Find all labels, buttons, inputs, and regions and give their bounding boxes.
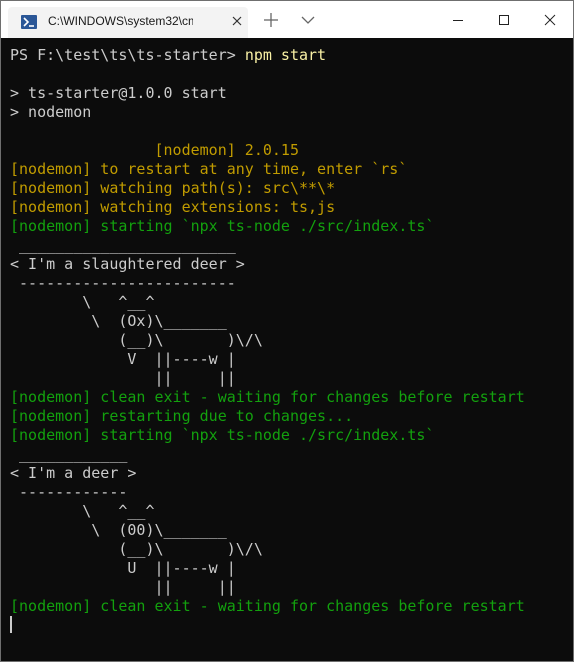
output-line: || || <box>10 578 236 596</box>
chevron-down-icon[interactable] <box>299 14 317 26</box>
text-cursor <box>10 616 12 633</box>
output-line: [nodemon] clean exit - waiting for chang… <box>10 388 525 406</box>
prompt-line: PS F:\test\ts\ts-starter> npm start <box>10 46 573 65</box>
command: npm start <box>244 46 327 64</box>
prompt: PS F:\test\ts\ts-starter> <box>10 46 245 64</box>
output-line: [nodemon] to restart at any time, enter … <box>10 160 408 178</box>
output-line: [nodemon] starting `npx ts-node ./src/in… <box>10 426 435 444</box>
output-line: [nodemon] watching path(s): src\**\* <box>10 179 336 197</box>
tab-title: C:\WINDOWS\system32\cmd.ex <box>48 14 193 28</box>
terminal-output[interactable]: PS F:\test\ts\ts-starter> npm start > ts… <box>1 38 573 661</box>
powershell-icon <box>21 15 37 29</box>
close-icon <box>544 14 556 26</box>
close-tab-icon[interactable] <box>230 14 244 28</box>
output-line: [nodemon] watching extensions: ts,js <box>10 198 336 216</box>
output-line: \ (Ox)\_______ <box>10 312 227 330</box>
output-line: ____________ <box>10 445 128 463</box>
output-line: \ ^__^ <box>10 502 155 520</box>
output-line: [nodemon] starting `npx ts-node ./src/in… <box>10 217 435 235</box>
maximize-button[interactable] <box>481 1 527 38</box>
terminal-window: C:\WINDOWS\system32\cmd.ex <box>0 0 574 662</box>
output-line: > ts-starter@1.0.0 start <box>10 84 227 102</box>
output-line: ------------ <box>10 483 128 501</box>
output-line: (__)\ )\/\ <box>10 540 263 558</box>
output-line: U ||----w | <box>10 559 236 577</box>
output-line: || || <box>10 369 236 387</box>
cursor-line <box>10 616 573 635</box>
minimize-icon <box>453 20 463 21</box>
output-lines: > ts-starter@1.0.0 start > nodemon [nodem… <box>10 65 573 616</box>
title-bar[interactable]: C:\WINDOWS\system32\cmd.ex <box>1 1 573 38</box>
output-line: > nodemon <box>10 103 92 121</box>
close-button[interactable] <box>527 1 573 38</box>
maximize-icon <box>499 15 509 25</box>
output-line: \ (00)\_______ <box>10 521 227 539</box>
output-line: [nodemon] 2.0.15 <box>10 141 299 159</box>
output-line: [nodemon] restarting due to changes... <box>10 407 354 425</box>
output-line: ------------------------ <box>10 274 236 292</box>
minimize-button[interactable] <box>435 1 481 38</box>
output-line: V ||----w | <box>10 350 236 368</box>
output-line: < I'm a slaughtered deer > <box>10 255 245 273</box>
output-line: [nodemon] clean exit - waiting for chang… <box>10 597 525 615</box>
tab-cmd[interactable]: C:\WINDOWS\system32\cmd.ex <box>8 7 248 38</box>
output-line: \ ^__^ <box>10 293 155 311</box>
new-tab-icon[interactable] <box>262 11 280 29</box>
output-line: ________________________ <box>10 236 236 254</box>
output-line: (__)\ )\/\ <box>10 331 263 349</box>
output-line: < I'm a deer > <box>10 464 137 482</box>
